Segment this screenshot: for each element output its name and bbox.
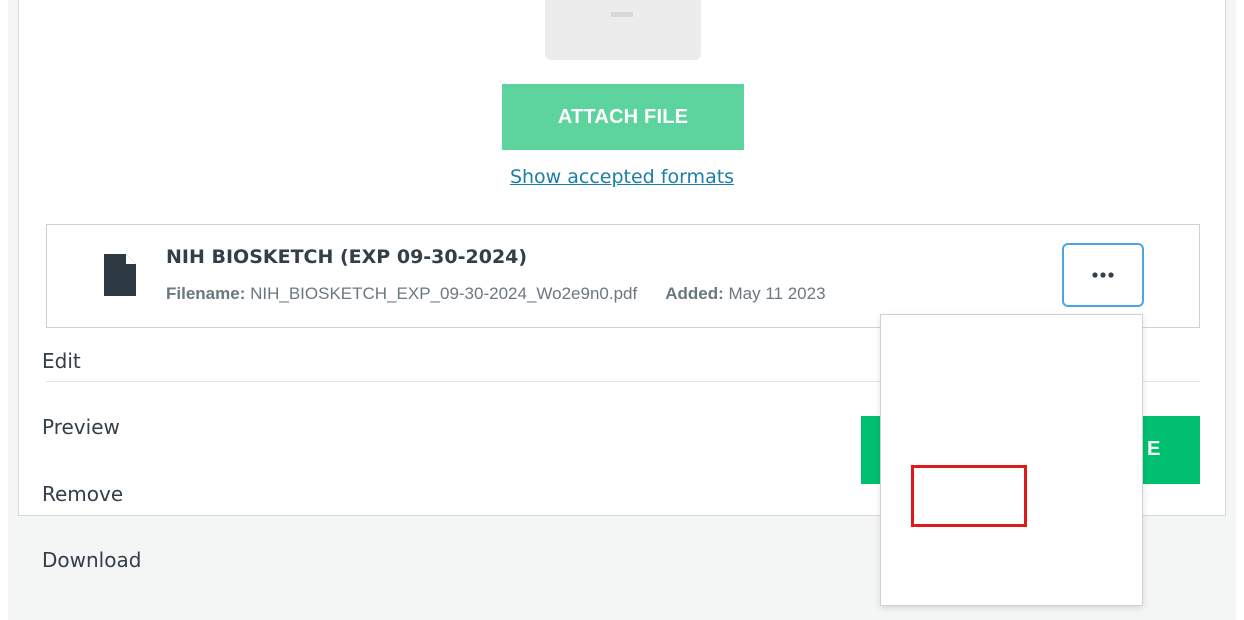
file-placeholder-detail — [611, 12, 633, 17]
attach-file-button[interactable]: ATTACH FILE — [502, 84, 744, 150]
save-button-label: E — [1147, 438, 1161, 460]
attached-file-row — [46, 224, 1200, 328]
menu-item-preview[interactable]: Preview — [42, 415, 120, 439]
remove-highlight-box — [911, 465, 1027, 527]
more-options-button[interactable] — [1062, 243, 1144, 307]
menu-item-edit[interactable]: Edit — [42, 349, 81, 373]
filename-value: NIH_BIOSKETCH_EXP_09-30-2024_Wo2e9n0.pdf — [250, 284, 638, 303]
filename-label: Filename: — [166, 284, 246, 303]
file-placeholder-icon — [545, 0, 701, 60]
file-options-menu — [880, 314, 1143, 606]
menu-item-remove[interactable]: Remove — [42, 482, 123, 506]
file-meta: Filename: NIH_BIOSKETCH_EXP_09-30-2024_W… — [166, 284, 826, 304]
file-title: NIH BIOSKETCH (EXP 09-30-2024) — [166, 246, 528, 268]
more-horizontal-icon — [1092, 272, 1114, 278]
added-date: May 11 2023 — [728, 284, 826, 303]
document-icon — [104, 254, 136, 296]
menu-item-download[interactable]: Download — [42, 548, 141, 572]
show-accepted-formats-link[interactable]: Show accepted formats — [0, 166, 1244, 188]
added-label: Added: — [665, 284, 724, 303]
